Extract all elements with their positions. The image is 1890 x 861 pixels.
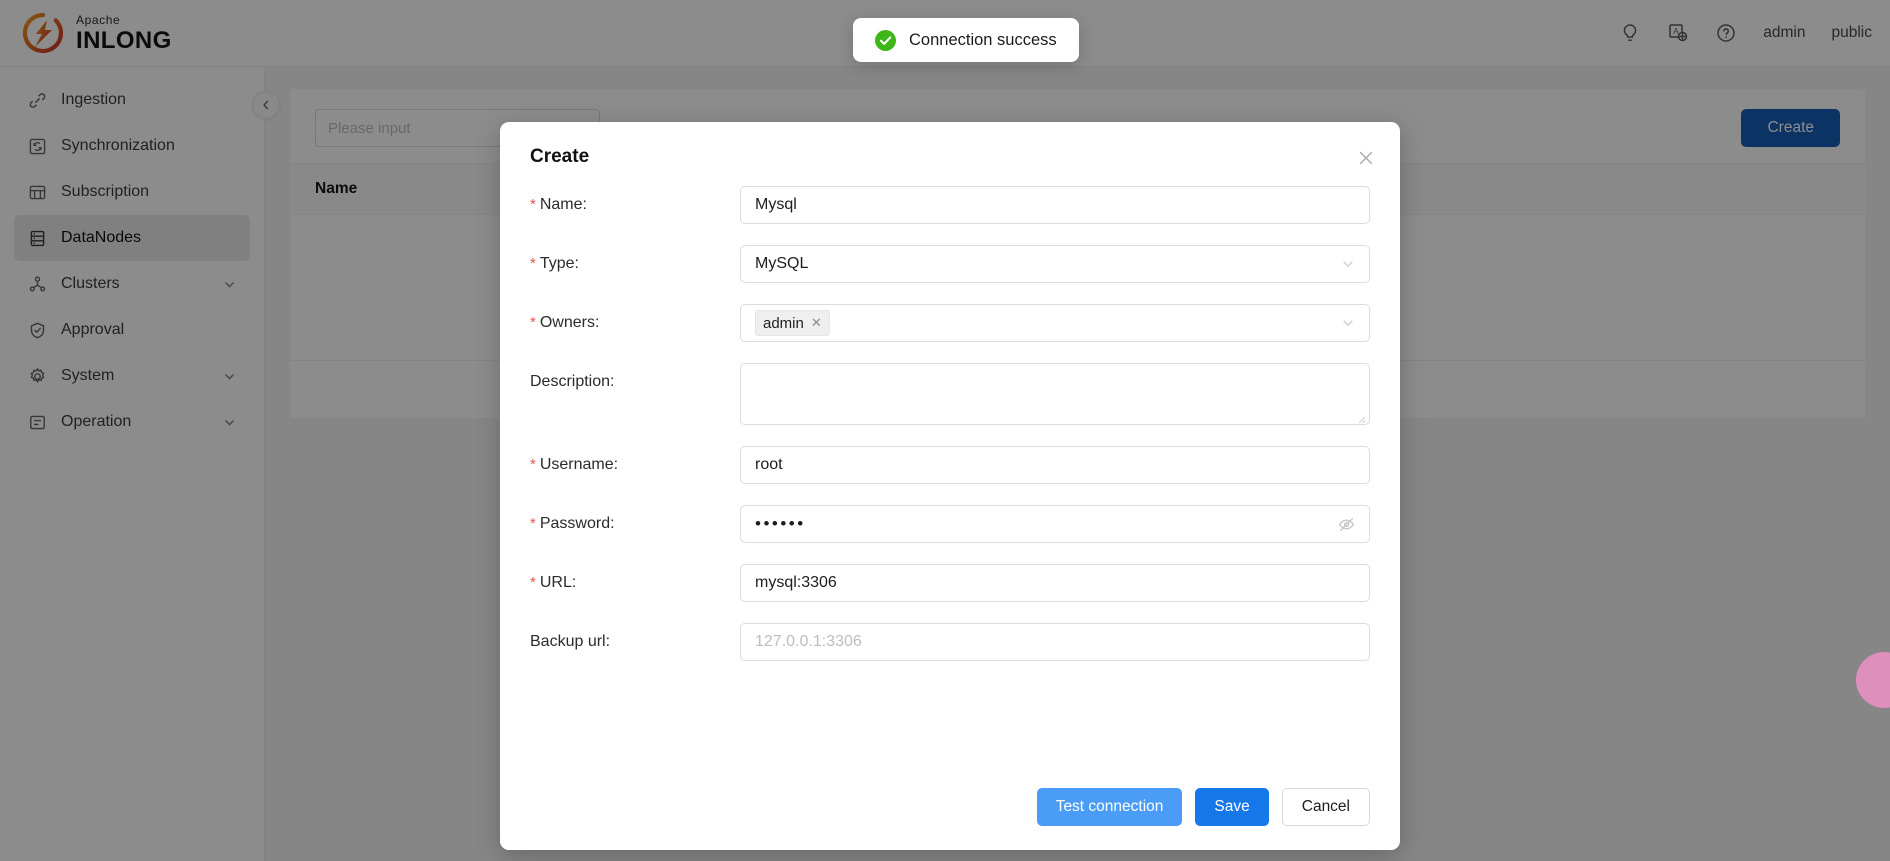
- owner-tag[interactable]: admin ✕: [755, 310, 830, 336]
- label-text: Username: [540, 456, 614, 473]
- chevron-down-icon: [1341, 316, 1355, 330]
- success-check-icon: [875, 30, 896, 51]
- field-label-username: *Username:: [530, 446, 740, 474]
- close-icon[interactable]: [1356, 148, 1376, 168]
- field-label-description: Description:: [530, 363, 740, 391]
- field-row-type: *Type: MySQL: [530, 245, 1370, 283]
- field-row-password: *Password: ••••••: [530, 505, 1370, 543]
- field-label-password: *Password:: [530, 505, 740, 533]
- label-text: Password: [540, 515, 610, 532]
- cancel-button[interactable]: Cancel: [1282, 788, 1370, 826]
- field-row-owners: *Owners: admin ✕: [530, 304, 1370, 342]
- test-connection-button[interactable]: Test connection: [1037, 788, 1183, 826]
- eye-off-icon[interactable]: [1338, 516, 1355, 533]
- field-label-type: *Type:: [530, 245, 740, 273]
- description-textarea[interactable]: [740, 363, 1370, 425]
- required-asterisk: *: [530, 574, 536, 591]
- field-label-name: *Name:: [530, 186, 740, 214]
- owners-select[interactable]: admin ✕: [740, 304, 1370, 342]
- remove-tag-icon[interactable]: ✕: [811, 315, 822, 331]
- label-text: Description: [530, 373, 610, 390]
- app-root: Apache INLONG A: [0, 0, 1890, 861]
- name-input[interactable]: Mysql: [740, 186, 1370, 224]
- toast-message: Connection success: [909, 31, 1057, 50]
- label-text: URL: [540, 574, 572, 591]
- required-asterisk: *: [530, 515, 536, 532]
- required-asterisk: *: [530, 255, 536, 272]
- field-row-username: *Username: root: [530, 446, 1370, 484]
- dialog-footer: Test connection Save Cancel: [1037, 788, 1370, 826]
- owner-tag-label: admin: [763, 315, 804, 332]
- url-input[interactable]: mysql:3306: [740, 564, 1370, 602]
- field-label-backup-url: Backup url:: [530, 623, 740, 651]
- required-asterisk: *: [530, 314, 536, 331]
- type-select-value: MySQL: [755, 255, 808, 273]
- resize-handle-icon[interactable]: [1355, 411, 1366, 422]
- username-input[interactable]: root: [740, 446, 1370, 484]
- toast-notification: Connection success: [853, 18, 1079, 62]
- chevron-down-icon: [1341, 257, 1355, 271]
- label-text: Name: [540, 196, 583, 213]
- required-asterisk: *: [530, 456, 536, 473]
- label-text: Owners: [540, 314, 595, 331]
- required-asterisk: *: [530, 196, 536, 213]
- field-label-owners: *Owners:: [530, 304, 740, 332]
- save-button[interactable]: Save: [1195, 788, 1268, 826]
- field-row-backup-url: Backup url: 127.0.0.1:3306: [530, 623, 1370, 661]
- field-row-name: *Name: Mysql: [530, 186, 1370, 224]
- dialog-title: Create: [530, 146, 1370, 168]
- field-label-url: *URL:: [530, 564, 740, 592]
- create-datanode-dialog: Create *Name: Mysql *Type: MySQL: [500, 122, 1400, 850]
- password-input[interactable]: ••••••: [740, 505, 1370, 543]
- field-row-description: Description:: [530, 363, 1370, 425]
- label-text: Backup url: [530, 633, 606, 650]
- backup-url-input[interactable]: 127.0.0.1:3306: [740, 623, 1370, 661]
- password-masked-value: ••••••: [755, 514, 806, 534]
- type-select[interactable]: MySQL: [740, 245, 1370, 283]
- field-row-url: *URL: mysql:3306: [530, 564, 1370, 602]
- label-text: Type: [540, 255, 575, 272]
